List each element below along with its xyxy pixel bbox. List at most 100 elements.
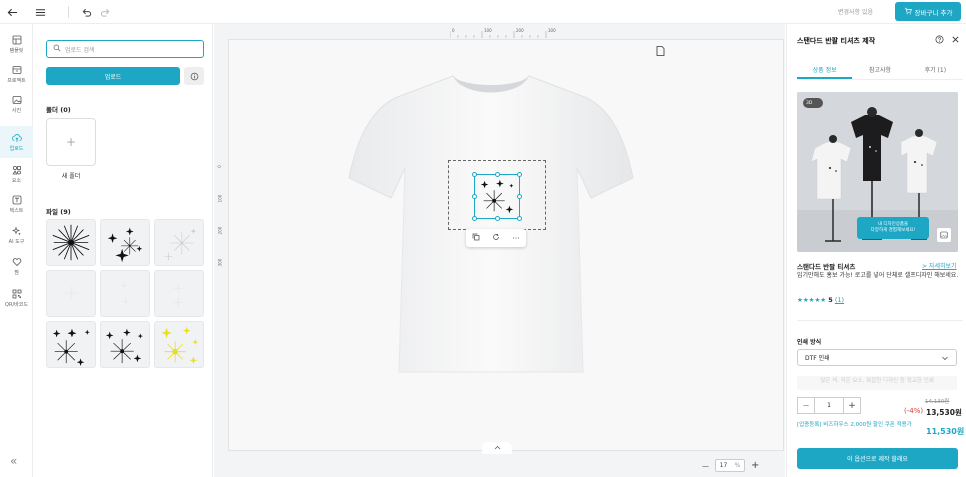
review-count-link[interactable]: (1) — [835, 296, 844, 304]
tab-product-info[interactable]: 상품 정보 — [797, 60, 853, 79]
rail-label-project: 프로젝트 — [7, 77, 26, 84]
file-thumbnail[interactable] — [46, 270, 96, 317]
file-thumbnail[interactable] — [100, 270, 150, 317]
product-image[interactable]: 3D 내 디자인상품을 다양하게 경험해보세요! — [797, 92, 958, 252]
resize-handle[interactable] — [472, 172, 477, 177]
expand-pages-button[interactable] — [482, 442, 512, 454]
add-to-cart-label: 장바구니 추가 — [914, 8, 953, 17]
collapse-rail-button[interactable]: « — [10, 454, 17, 468]
product-name: 스탠다드 반팔 티셔츠 — [797, 263, 856, 271]
text-icon — [12, 195, 21, 204]
product-panel: 스탠다드 반팔 티셔츠 제작 상품 정보 참고사항 후기 (1) 3D 내 디자… — [786, 24, 966, 477]
zoom-unit: % — [734, 462, 741, 469]
top-bar: 변경사항 있음 장바구니 추가 — [0, 0, 966, 24]
tab-reviews[interactable]: 후기 (1) — [908, 60, 963, 79]
toolbar-divider — [68, 6, 69, 18]
view-details-link[interactable]: > 자세히보기 — [922, 261, 957, 270]
gallery-button[interactable] — [937, 228, 951, 242]
rail-item-text[interactable]: 텍스트 — [0, 190, 33, 218]
more-options-icon[interactable]: ··· — [512, 234, 520, 243]
resize-handle[interactable] — [517, 172, 522, 177]
menu-icon[interactable] — [32, 4, 48, 20]
experience-banner[interactable]: 내 디자인상품을 다양하게 경험해보세요! — [857, 217, 929, 239]
file-thumbnail[interactable] — [46, 321, 96, 368]
new-folder-label: 새 폴더 — [61, 173, 81, 180]
info-button[interactable] — [184, 67, 204, 85]
close-icon[interactable] — [951, 35, 960, 46]
rail-label-elements: 요소 — [11, 177, 22, 184]
back-arrow-icon[interactable] — [4, 4, 20, 20]
rail-item-template[interactable]: 템플릿 — [0, 30, 33, 58]
resize-handle[interactable] — [517, 194, 522, 199]
badge-3d-label: 3D — [806, 100, 813, 106]
qty-decrease-button[interactable]: — — [797, 397, 815, 414]
divider — [797, 320, 963, 321]
print-method-value: DTF 인쇄 — [805, 355, 830, 362]
resize-handle[interactable] — [495, 216, 500, 221]
add-to-cart-button[interactable]: 장바구니 추가 — [895, 2, 961, 21]
help-icon[interactable] — [935, 35, 944, 46]
rotate-icon[interactable] — [492, 233, 500, 243]
search-input[interactable]: 업로드 검색 — [46, 40, 204, 58]
zoom-in-button[interactable]: + — [751, 460, 759, 471]
make-with-option-button[interactable]: 이 옵션으로 제작 할래요 — [797, 448, 958, 469]
file-thumbnail[interactable] — [100, 219, 150, 266]
ruler-top-label: 0 — [452, 28, 455, 33]
file-thumbnail[interactable] — [100, 321, 150, 368]
rail-item-upload[interactable]: 업로드 — [0, 126, 33, 158]
file-thumbnail[interactable] — [154, 321, 204, 368]
tool-rail: 템플릿 프로젝트 사진 업로드 요소 텍스트 AI 도구 찜 QR/바코드 « — [0, 24, 33, 477]
photo-icon — [12, 95, 21, 104]
ruler-left-label: 200 — [217, 226, 223, 235]
banner-line-2: 다양하게 경험해보세요! — [870, 228, 916, 233]
ai-tools-icon — [11, 225, 21, 235]
rail-item-ai-tools[interactable]: AI 도구 — [0, 221, 33, 249]
quantity-stepper: — 1 + — [797, 397, 861, 414]
rail-label-upload: 업로드 — [9, 145, 24, 152]
qr-icon — [12, 289, 21, 298]
original-price: 14,130원 — [925, 399, 950, 405]
rail-label-text: 텍스트 — [9, 207, 24, 214]
zoom-out-button[interactable]: — — [702, 462, 709, 470]
template-icon — [12, 35, 21, 44]
rail-item-elements[interactable]: 요소 — [0, 160, 33, 188]
resize-handle[interactable] — [472, 216, 477, 221]
ruler-left-label: 100 — [217, 194, 223, 203]
tab-notes[interactable]: 참고사항 — [852, 60, 907, 79]
heart-icon — [12, 257, 21, 266]
file-thumbnail[interactable] — [154, 270, 204, 317]
qty-increase-button[interactable]: + — [843, 397, 861, 414]
duplicate-icon[interactable] — [472, 233, 480, 243]
resize-handle[interactable] — [472, 194, 477, 199]
file-thumbnail[interactable] — [46, 219, 96, 266]
file-grid — [46, 219, 204, 368]
chevron-down-icon — [942, 356, 948, 360]
file-thumbnail[interactable] — [154, 219, 204, 266]
badge-3d[interactable]: 3D — [803, 98, 823, 108]
element-toolbar: ··· — [466, 229, 526, 247]
undo-icon[interactable] — [78, 4, 94, 20]
resize-handle[interactable] — [495, 172, 500, 177]
coupon-price: 11,530원 — [926, 427, 965, 436]
print-method-select[interactable]: DTF 인쇄 — [797, 349, 957, 366]
new-folder-button[interactable]: + — [46, 118, 96, 166]
coupon-text[interactable]: [업종등록] 비즈하우스 2,000원 할인 쿠폰 적용가 — [797, 422, 923, 430]
selected-design[interactable] — [472, 172, 522, 221]
upload-button[interactable]: 업로드 — [46, 67, 180, 85]
qty-input[interactable]: 1 — [815, 397, 843, 414]
document-icon[interactable] — [656, 46, 665, 58]
ruler-top-label: 100 — [484, 28, 492, 33]
rail-item-photo[interactable]: 사진 — [0, 90, 33, 118]
redo-icon[interactable] — [97, 4, 113, 20]
zoom-input[interactable]: 17 % — [715, 459, 745, 472]
zoom-control: — 17 % + — [702, 459, 759, 472]
rail-label-template: 템플릿 — [9, 47, 24, 54]
product-description: 입기만해도 홍보 가능! 로고를 넣어 단체로 셀프디자인 해보세요. — [797, 272, 959, 279]
canvas-area: 0 100 200 300 0 100 200 300 ··· — 17 % + — [214, 24, 785, 477]
rail-item-favorites[interactable]: 찜 — [0, 252, 33, 280]
chevron-up-icon — [494, 445, 501, 452]
rail-item-project[interactable]: 프로젝트 — [0, 60, 33, 88]
folders-title: 폴더 (0) — [46, 106, 71, 114]
rail-item-qr[interactable]: QR/바코드 — [0, 284, 33, 312]
resize-handle[interactable] — [517, 216, 522, 221]
